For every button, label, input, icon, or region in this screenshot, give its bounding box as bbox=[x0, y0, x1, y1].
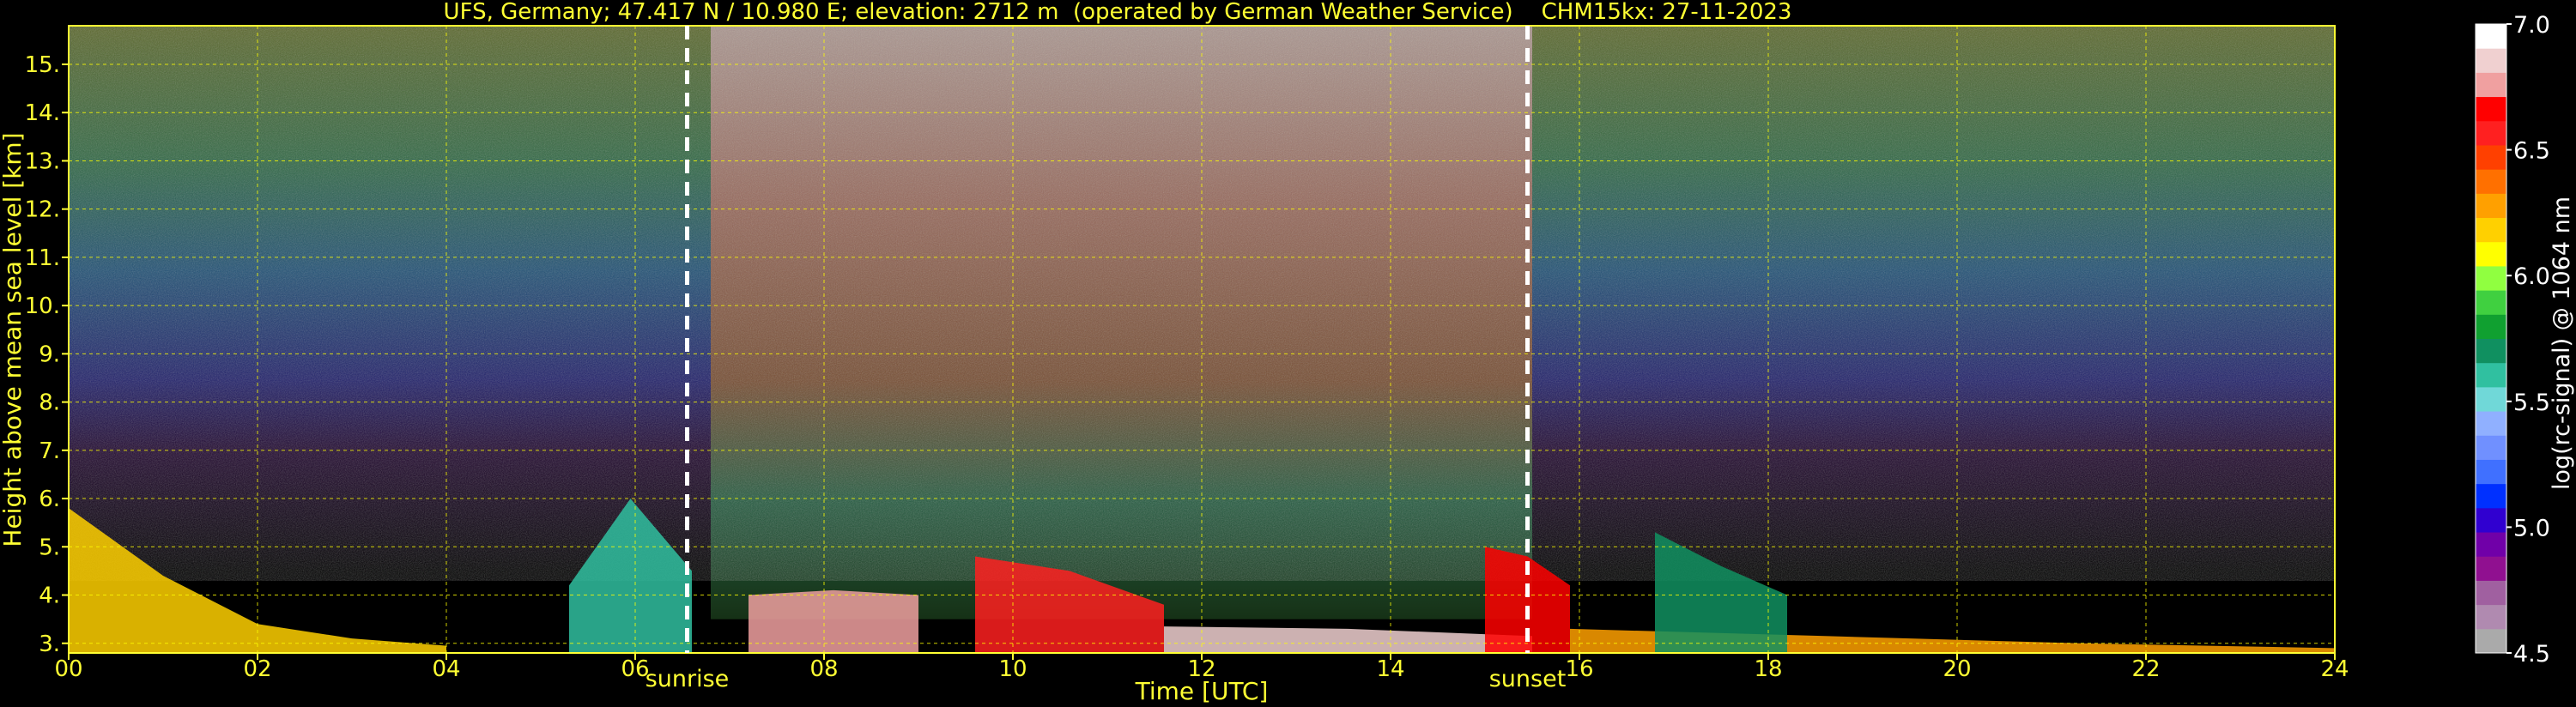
colorbar-tick-label: 5.5 bbox=[2513, 390, 2550, 416]
colorbar-segment bbox=[2476, 144, 2506, 170]
x-tick-label: 02 bbox=[243, 656, 271, 682]
y-tick-label: 14. bbox=[25, 100, 60, 126]
x-tick-label: 00 bbox=[54, 656, 82, 682]
colorbar-segment bbox=[2476, 169, 2506, 194]
colorbar-segment bbox=[2476, 628, 2506, 654]
colorbar-segment bbox=[2476, 120, 2506, 146]
colorbar-segment bbox=[2476, 217, 2506, 243]
chart-title: UFS, Germany; 47.417 N / 10.980 E; eleva… bbox=[444, 0, 1792, 25]
y-axis-ticks: 3. 4. 5. 6. 7. 8. 9. 10. 11. 12. 13. 14. 15. bbox=[25, 52, 69, 657]
y-tick-label: 9. bbox=[39, 341, 60, 367]
colorbar-label: log(rc-signal) @ 1064 nm bbox=[2549, 196, 2575, 490]
colorbar-segment bbox=[2476, 604, 2506, 630]
y-tick-label: 7. bbox=[39, 438, 60, 464]
colorbar-segment bbox=[2476, 48, 2506, 73]
colorbar-tick-label: 7.0 bbox=[2513, 12, 2550, 39]
colorbar-segment bbox=[2476, 193, 2506, 219]
y-tick-label: 10. bbox=[25, 293, 60, 319]
x-tick-label: 16 bbox=[1565, 656, 1593, 682]
x-tick-label: 04 bbox=[432, 656, 460, 682]
colorbar-segment bbox=[2476, 265, 2506, 291]
x-tick-label: 18 bbox=[1754, 656, 1782, 682]
x-axis-label: Time [UTC] bbox=[1135, 677, 1269, 705]
colorbar-segment bbox=[2476, 362, 2506, 388]
x-tick-label: 14 bbox=[1376, 656, 1404, 682]
colorbar-segment bbox=[2476, 338, 2506, 364]
y-tick-label: 11. bbox=[25, 245, 60, 271]
y-tick-label: 3. bbox=[39, 631, 60, 657]
colorbar-segment bbox=[2476, 290, 2506, 315]
y-tick-label: 13. bbox=[25, 148, 60, 174]
y-axis-label: Height above mean sea level [km] bbox=[0, 132, 27, 547]
y-tick-label: 15. bbox=[25, 52, 60, 78]
colorbar-segment bbox=[2476, 435, 2506, 460]
colorbar-segment bbox=[2476, 314, 2506, 339]
x-tick-label: 22 bbox=[2131, 656, 2160, 682]
colorbar-segment bbox=[2476, 411, 2506, 436]
colorbar: 4.5 5.0 5.5 6.0 6.5 7.0 bbox=[2475, 12, 2550, 668]
x-tick-label: 20 bbox=[1943, 656, 1971, 682]
sunset-label: sunset bbox=[1489, 666, 1567, 692]
colorbar-segment bbox=[2476, 459, 2506, 485]
colorbar-tick-label: 6.0 bbox=[2513, 263, 2550, 290]
sunrise-label: sunrise bbox=[646, 666, 730, 692]
y-tick-label: 8. bbox=[39, 390, 60, 416]
y-tick-label: 4. bbox=[39, 583, 60, 609]
colorbar-segment bbox=[2476, 241, 2506, 267]
colorbar-segment bbox=[2476, 556, 2506, 581]
colorbar-tick-label: 6.5 bbox=[2513, 138, 2550, 165]
x-tick-label: 24 bbox=[2320, 656, 2349, 682]
x-tick-label: 08 bbox=[809, 656, 838, 682]
y-tick-label: 6. bbox=[39, 486, 60, 512]
colorbar-segment bbox=[2476, 483, 2506, 509]
x-tick-label: 10 bbox=[998, 656, 1027, 682]
colorbar-segment bbox=[2476, 386, 2506, 412]
colorbar-segment bbox=[2476, 580, 2506, 606]
colorbar-tick-label: 5.0 bbox=[2513, 515, 2550, 541]
colorbar-segment bbox=[2476, 532, 2506, 557]
colorbar-segment bbox=[2476, 24, 2506, 49]
colorbar-segment bbox=[2476, 96, 2506, 122]
ceilometer-figure: 00 02 04 06 08 10 12 14 16 18 20 22 24 3.4.5.6.7.8.9… bbox=[0, 0, 2575, 705]
colorbar-segment bbox=[2476, 72, 2506, 98]
y-tick-label: 5. bbox=[39, 535, 60, 560]
y-tick-label: 12. bbox=[25, 197, 60, 223]
heatmap-layers bbox=[69, 26, 2335, 653]
colorbar-tick-label: 4.5 bbox=[2513, 641, 2550, 668]
colorbar-segment bbox=[2476, 507, 2506, 533]
